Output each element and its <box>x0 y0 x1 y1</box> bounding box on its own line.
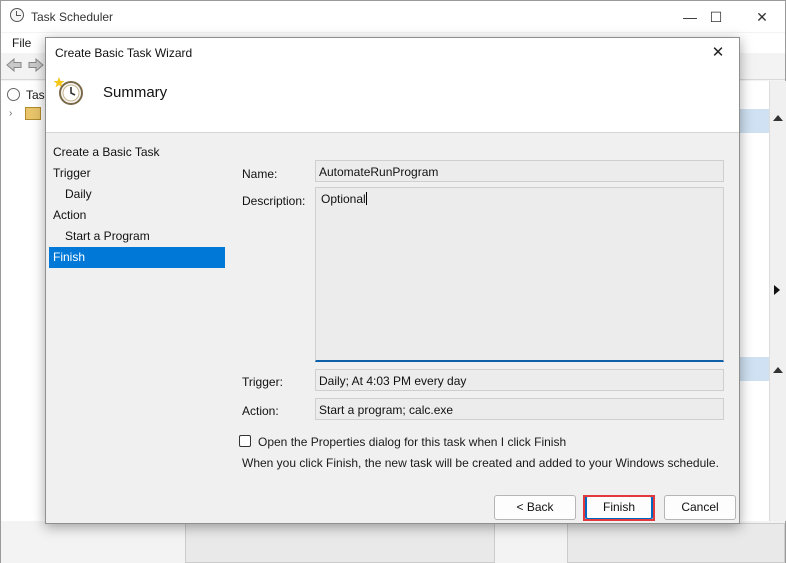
description-field[interactable]: Optional <box>315 187 724 362</box>
main-titlebar: Task Scheduler — ☐ ✕ <box>1 1 785 32</box>
cancel-button[interactable]: Cancel <box>664 495 736 520</box>
back-arrow-icon[interactable] <box>6 58 22 72</box>
step-start-a-program[interactable]: Start a Program <box>49 226 225 247</box>
wizard-page-title: Summary <box>103 84 168 101</box>
name-value: AutomateRunProgram <box>319 165 439 179</box>
action-value: Start a program; calc.exe <box>319 403 454 417</box>
description-value: Optional <box>321 192 366 206</box>
name-label: Name: <box>242 167 278 181</box>
dialog-titlebar: Create Basic Task Wizard ✕ <box>46 38 739 68</box>
scheduled-task-icon <box>54 77 83 105</box>
trigger-label: Trigger: <box>242 375 283 389</box>
folder-icon[interactable] <box>25 107 41 120</box>
wizard-header: Summary <box>46 68 739 132</box>
scroll-up-icon[interactable] <box>773 367 783 373</box>
finish-info-text: When you click Finish, the new task will… <box>242 456 719 470</box>
actions-scrollbar[interactable] <box>769 81 786 521</box>
description-label: Description: <box>242 194 306 208</box>
clock-icon <box>10 8 24 22</box>
step-create-basic-task[interactable]: Create a Basic Task <box>49 142 225 163</box>
step-daily[interactable]: Daily <box>49 184 225 205</box>
dialog-close-button[interactable]: ✕ <box>701 41 735 65</box>
main-window-title: Task Scheduler <box>31 10 114 24</box>
header-divider <box>46 132 739 133</box>
create-basic-task-wizard: Create Basic Task Wizard ✕ Summary Creat… <box>45 37 740 524</box>
finish-button[interactable]: Finish <box>585 495 653 520</box>
open-properties-label[interactable]: Open the Properties dialog for this task… <box>258 435 566 449</box>
tree-root-label[interactable]: Tas <box>26 88 45 102</box>
action-label: Action: <box>242 404 279 418</box>
clock-icon <box>7 88 20 101</box>
step-action[interactable]: Action <box>49 205 225 226</box>
actions-section-header[interactable] <box>739 357 769 381</box>
step-trigger[interactable]: Trigger <box>49 163 225 184</box>
back-button[interactable]: < Back <box>494 495 576 520</box>
open-properties-checkbox[interactable] <box>239 435 251 447</box>
dialog-title: Create Basic Task Wizard <box>55 46 193 60</box>
name-field[interactable]: AutomateRunProgram <box>315 160 724 182</box>
action-field[interactable]: Start a program; calc.exe <box>315 398 724 420</box>
wizard-steps: Create a Basic Task Trigger Daily Action… <box>49 142 225 268</box>
text-cursor <box>365 192 367 205</box>
trigger-field[interactable]: Daily; At 4:03 PM every day <box>315 369 724 391</box>
step-finish[interactable]: Finish <box>49 247 225 268</box>
trigger-value: Daily; At 4:03 PM every day <box>319 374 467 388</box>
triangle-right-icon[interactable] <box>774 285 780 295</box>
scroll-up-icon[interactable] <box>773 115 783 121</box>
chevron-right-icon[interactable]: › <box>9 108 12 119</box>
lower-pane <box>185 523 495 563</box>
main-close-button[interactable]: ✕ <box>739 5 785 29</box>
lower-pane <box>567 523 785 563</box>
forward-arrow-icon[interactable] <box>28 58 44 72</box>
menu-file[interactable]: File <box>12 36 31 50</box>
maximize-button[interactable]: ☐ <box>693 5 739 29</box>
actions-section-header[interactable] <box>739 109 769 133</box>
